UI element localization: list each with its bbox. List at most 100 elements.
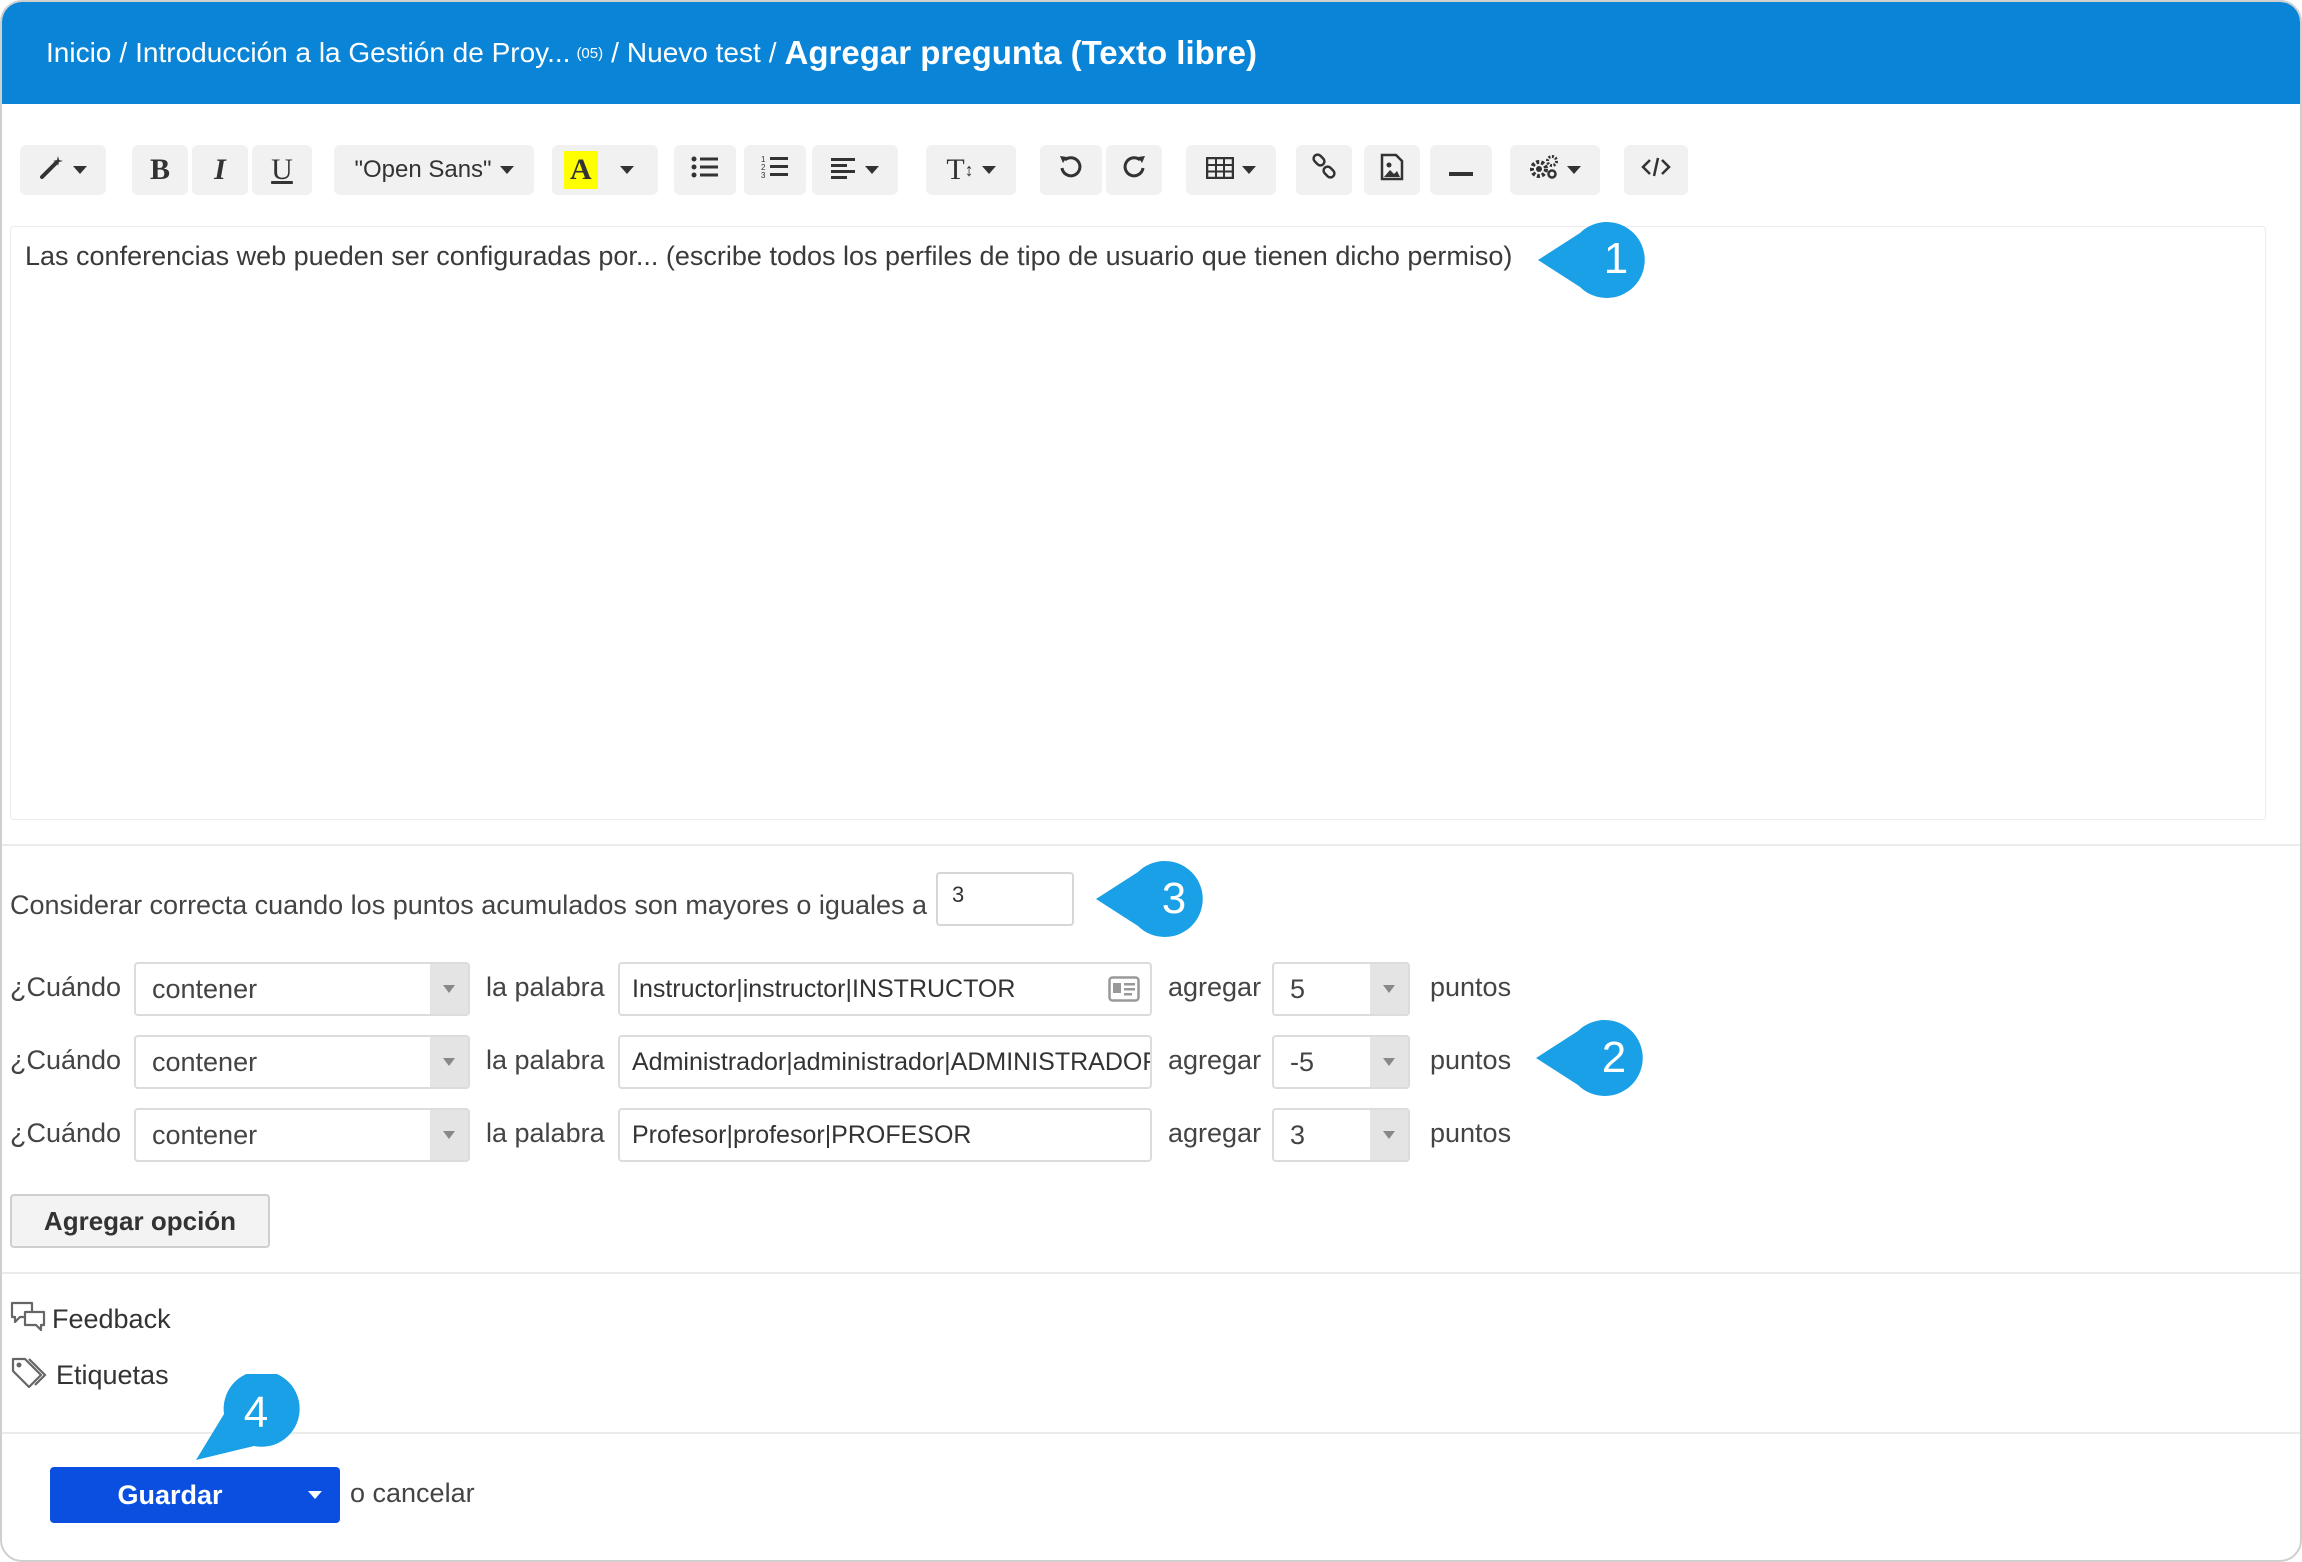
callout-2-number: 2 <box>1602 1033 1626 1082</box>
align-button[interactable] <box>812 145 898 195</box>
word-label: la palabra <box>486 972 605 1002</box>
condition-select[interactable]: contener <box>134 1108 470 1162</box>
app-window: Inicio / Introducción a la Gestión de Pr… <box>0 0 2302 1562</box>
word-value: Profesor|profesor|PROFESOR <box>632 1120 972 1149</box>
divider <box>2 1432 2300 1434</box>
tags-icon <box>10 1356 56 1395</box>
horizontal-rule-icon <box>1449 155 1473 186</box>
save-button[interactable]: Guardar <box>50 1467 340 1523</box>
tags-label: Etiquetas <box>56 1360 169 1390</box>
breadcrumb-separator: / <box>768 37 777 68</box>
underline-button[interactable]: U <box>252 145 312 195</box>
font-size-icon: T <box>946 153 965 186</box>
italic-button[interactable]: I <box>192 145 248 195</box>
unordered-list-button[interactable] <box>674 145 736 195</box>
dropdown-arrow-icon <box>430 1037 468 1087</box>
points-value: 5 <box>1290 973 1306 1004</box>
chevron-down-icon <box>308 1491 322 1499</box>
breadcrumb-course-count: (05) <box>576 44 604 62</box>
add-label: agregar <box>1168 972 1262 1002</box>
breadcrumb-course[interactable]: Introducción a la Gestión de Proy... <box>135 37 570 69</box>
condition-select[interactable]: contener <box>134 1035 470 1089</box>
chevron-down-icon <box>865 166 879 174</box>
link-icon <box>1310 152 1338 188</box>
callout-1-number: 1 <box>1604 234 1628 283</box>
table-button[interactable] <box>1186 145 1276 195</box>
ordered-list-button[interactable]: 123 <box>744 145 806 195</box>
chevron-down-icon <box>1567 166 1581 174</box>
rule-when-label: ¿Cuándo <box>10 972 122 1002</box>
word-input[interactable]: Instructor|instructor|INSTRUCTOR <box>618 962 1152 1016</box>
settings-icon <box>1529 154 1559 187</box>
undo-button[interactable] <box>1040 145 1102 195</box>
text-color-icon: A <box>564 151 598 189</box>
save-options-dropdown[interactable] <box>290 1467 340 1523</box>
word-value: Administrador|administrador|ADMINISTRADO… <box>632 1047 1152 1076</box>
feedback-label: Feedback <box>52 1304 171 1334</box>
threshold-input[interactable]: 3 <box>936 872 1074 926</box>
callout-3: 3 <box>1096 861 1203 937</box>
redo-button[interactable] <box>1106 145 1162 195</box>
word-input[interactable]: Profesor|profesor|PROFESOR <box>618 1108 1152 1162</box>
horizontal-rule-button[interactable] <box>1430 145 1492 195</box>
points-label: puntos <box>1430 1045 1512 1075</box>
chevron-down-icon <box>619 166 634 174</box>
magic-wand-button[interactable] <box>20 145 106 195</box>
contact-card-icon <box>1108 976 1140 1009</box>
svg-text:3: 3 <box>761 171 766 180</box>
callout-2: 2 <box>1536 1020 1643 1096</box>
points-select[interactable]: 5 <box>1272 962 1410 1016</box>
dropdown-arrow-icon <box>1370 964 1408 1014</box>
condition-value: contener <box>152 1119 258 1150</box>
question-text: Las conferencias web pueden ser configur… <box>25 241 1513 271</box>
code-view-icon <box>1641 155 1671 186</box>
undo-icon <box>1058 154 1084 187</box>
dropdown-arrow-icon <box>430 964 468 1014</box>
save-label: Guardar <box>117 1479 223 1510</box>
divider <box>2 844 2300 846</box>
link-button[interactable] <box>1296 145 1352 195</box>
points-select[interactable]: 3 <box>1272 1108 1410 1162</box>
table-icon <box>1205 155 1235 186</box>
breadcrumb: Inicio / Introducción a la Gestión de Pr… <box>2 2 2300 104</box>
question-editor[interactable]: Las conferencias web pueden ser configur… <box>10 226 2266 820</box>
points-value: 3 <box>1290 1119 1306 1150</box>
callout-4: 4 <box>196 1374 300 1460</box>
code-view-button[interactable] <box>1624 145 1688 195</box>
chevron-down-icon <box>981 166 996 174</box>
points-value: -5 <box>1290 1046 1315 1077</box>
align-left-icon <box>831 155 857 186</box>
condition-value: contener <box>152 1046 258 1077</box>
add-option-button[interactable]: Agregar opción <box>10 1194 270 1248</box>
callout-1: 1 <box>1538 222 1645 298</box>
word-label: la palabra <box>486 1045 605 1075</box>
settings-button[interactable] <box>1510 145 1600 195</box>
cancel-link[interactable]: o cancelar <box>350 1478 475 1509</box>
font-family-select[interactable]: "Open Sans" <box>334 145 534 195</box>
editor-toolbar: B I U "Open Sans" A 123 T ↕ <box>20 145 2280 195</box>
callout-4-number: 4 <box>244 1388 268 1437</box>
chevron-down-icon <box>73 166 87 174</box>
font-family-label: "Open Sans" <box>354 156 492 183</box>
word-value: Instructor|instructor|INSTRUCTOR <box>632 974 1016 1003</box>
divider <box>2 1272 2300 1274</box>
rule-when-label: ¿Cuándo <box>10 1045 122 1075</box>
tags-link[interactable]: Etiquetas <box>10 1356 169 1395</box>
breadcrumb-test[interactable]: Nuevo test <box>627 37 761 69</box>
chat-bubbles-icon <box>10 1300 52 1339</box>
bold-button[interactable]: B <box>132 145 188 195</box>
image-button[interactable] <box>1364 145 1420 195</box>
redo-icon <box>1121 154 1147 187</box>
rule-when-label: ¿Cuándo <box>10 1118 122 1148</box>
points-select[interactable]: -5 <box>1272 1035 1410 1089</box>
text-color-button[interactable]: A <box>552 145 658 195</box>
font-size-arrows-icon: ↕ <box>964 159 974 180</box>
breadcrumb-separator: / <box>119 37 128 68</box>
condition-select[interactable]: contener <box>134 962 470 1016</box>
breadcrumb-home[interactable]: Inicio <box>46 37 111 69</box>
font-size-button[interactable]: T ↕ <box>926 145 1016 195</box>
word-input[interactable]: Administrador|administrador|ADMINISTRADO… <box>618 1035 1152 1089</box>
unordered-list-icon <box>691 155 719 186</box>
feedback-link[interactable]: Feedback <box>10 1300 171 1339</box>
image-icon <box>1380 153 1404 188</box>
